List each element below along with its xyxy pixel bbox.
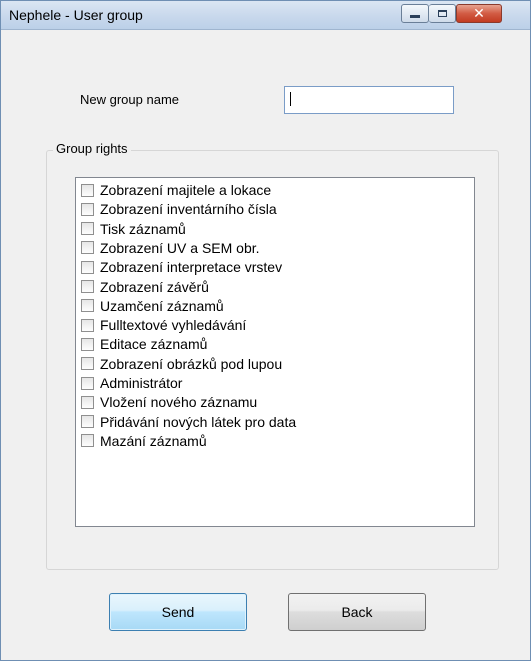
right-checkbox[interactable] (81, 202, 94, 216)
text-caret (290, 92, 291, 106)
right-checkbox[interactable] (81, 376, 94, 390)
right-label: Administrátor (100, 375, 183, 391)
right-label: Přidávání nových látek pro data (100, 413, 297, 430)
right-checkbox[interactable] (81, 395, 94, 409)
right-checkbox[interactable] (81, 241, 94, 255)
group-name-label: New group name (80, 92, 179, 107)
rights-list-item[interactable]: Tisk záznamů (81, 220, 186, 238)
rights-list-item[interactable]: Zobrazení majitele a lokace (81, 181, 271, 199)
close-icon: ✕ (473, 5, 485, 22)
rights-list-item[interactable]: Zobrazení inventárního čísla (81, 200, 277, 218)
right-checkbox[interactable] (81, 434, 94, 448)
right-checkbox[interactable] (81, 280, 94, 293)
rights-list-item[interactable]: Zobrazení obrázků pod lupou (81, 355, 282, 373)
dialog-window: Nephele - User group ✕ New group name Gr… (0, 0, 531, 661)
group-rights-label: Group rights (53, 141, 131, 156)
right-label: Zobrazení závěrů (100, 278, 209, 295)
rights-list-item[interactable]: Vložení nového záznamu (81, 393, 257, 411)
rights-list-item[interactable]: Přidávání nových látek pro data (81, 413, 296, 431)
right-checkbox[interactable] (81, 337, 94, 351)
rights-list-item[interactable]: Zobrazení UV a SEM obr. (81, 239, 260, 257)
rights-checklist[interactable]: Zobrazení majitele a lokace Zobrazení inv… (75, 177, 475, 527)
right-checkbox[interactable] (81, 260, 94, 274)
minimize-button[interactable] (401, 4, 429, 23)
rights-list-item[interactable]: Uzamčení záznamů (81, 297, 224, 315)
right-label: Tisk záznamů (100, 220, 186, 237)
right-label: Zobrazení inventárního čísla (100, 201, 277, 218)
send-button[interactable]: Send (109, 593, 247, 631)
right-label: Uzamčení záznamů (100, 297, 224, 314)
right-label: Vložení nového záznamu (100, 394, 258, 411)
close-button[interactable]: ✕ (456, 4, 502, 23)
maximize-button[interactable] (429, 4, 456, 23)
right-label: Zobrazení majitele a lokace (100, 182, 272, 198)
right-label: Zobrazení interpretace vrstev (100, 259, 283, 276)
right-checkbox[interactable] (81, 415, 94, 429)
right-checkbox[interactable] (81, 357, 94, 371)
right-checkbox[interactable] (81, 222, 94, 236)
rights-list-item[interactable]: Mazání záznamů (81, 432, 207, 450)
right-label: Fulltextové vyhledávání (100, 317, 247, 334)
right-label: Editace záznamů (100, 336, 208, 353)
right-label: Zobrazení obrázků pod lupou (100, 355, 283, 372)
rights-list-item[interactable]: Zobrazení interpretace vrstev (81, 258, 282, 276)
group-name-input[interactable] (284, 86, 454, 114)
window-title: Nephele - User group (9, 7, 143, 23)
maximize-icon (437, 10, 447, 17)
back-button[interactable]: Back (288, 593, 426, 631)
rights-list-item[interactable]: Zobrazení závěrů (81, 278, 209, 296)
rights-list-item[interactable]: Fulltextové vyhledávání (81, 316, 246, 334)
right-checkbox[interactable] (81, 183, 94, 197)
right-checkbox[interactable] (81, 299, 94, 313)
rights-list-item[interactable]: Administrátor (81, 374, 182, 392)
minimize-icon (410, 15, 420, 18)
right-label: Zobrazení UV a SEM obr. (100, 239, 260, 256)
title-bar[interactable]: Nephele - User group ✕ (1, 1, 530, 30)
rights-list-item[interactable]: Editace záznamů (81, 335, 207, 353)
right-checkbox[interactable] (81, 318, 94, 332)
right-label: Mazání záznamů (100, 432, 207, 449)
